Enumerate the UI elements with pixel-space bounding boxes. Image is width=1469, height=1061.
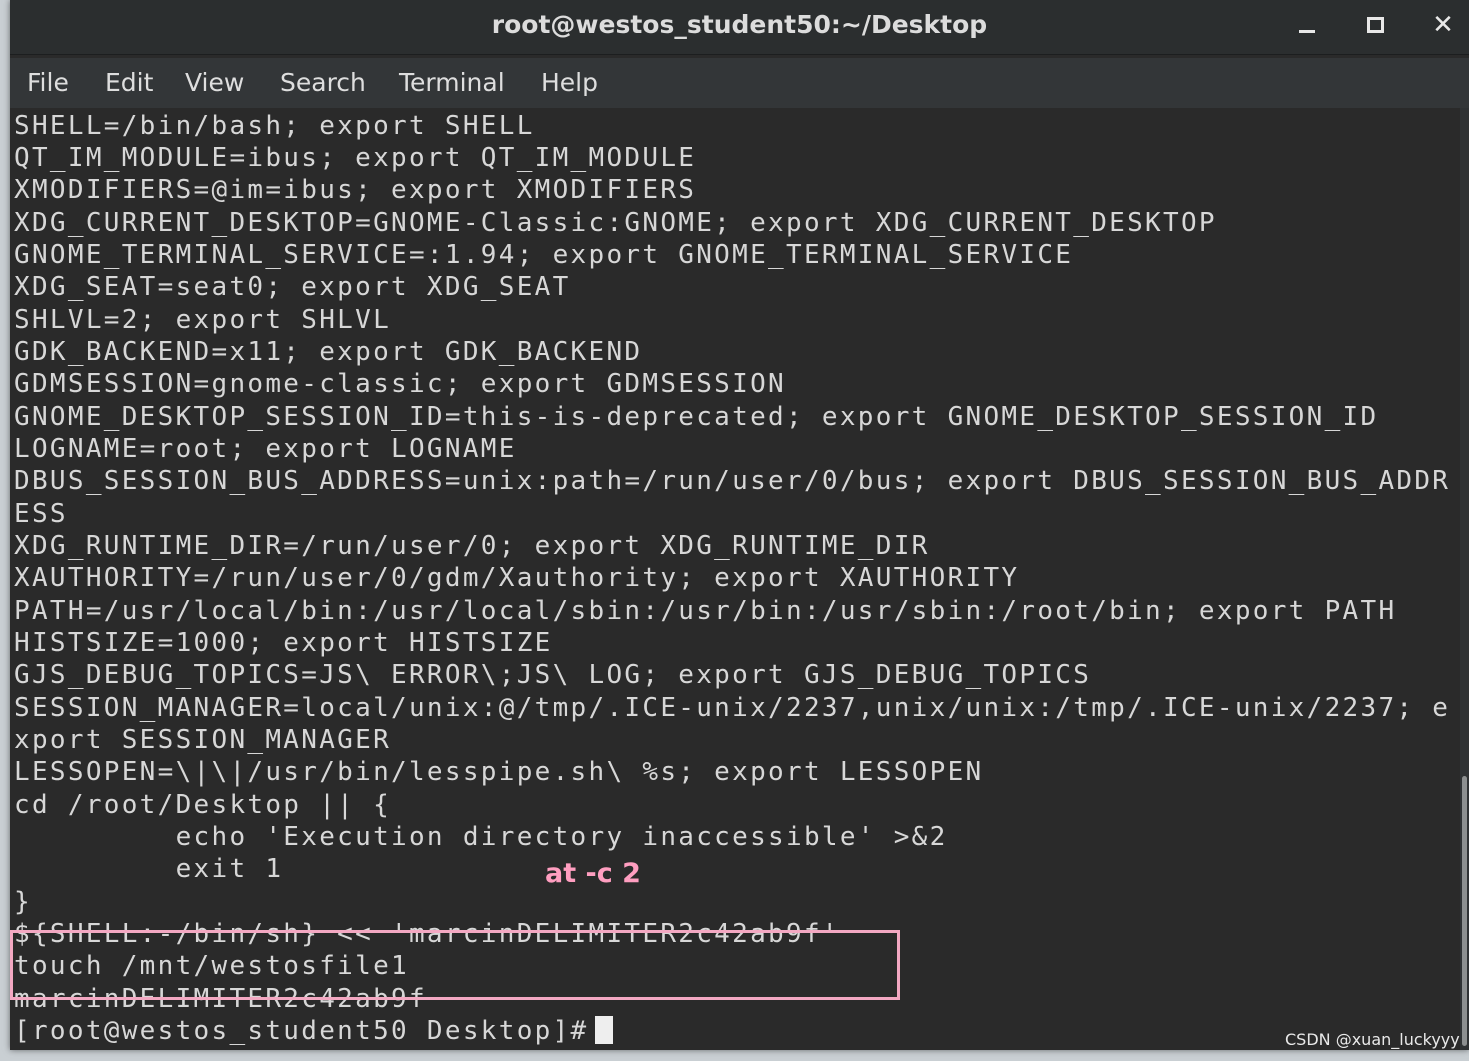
menu-search[interactable]: Search [280,58,366,108]
menu-edit[interactable]: Edit [105,58,153,108]
terminal-line: XAUTHORITY=/run/user/0/gdm/Xauthority; e… [14,563,1020,593]
scrollbar-thumb[interactable] [1462,776,1467,1046]
terminal-line: XMODIFIERS=@im=ibus; export XMODIFIERS [14,175,697,205]
terminal-line: XDG_CURRENT_DESKTOP=GNOME-Classic:GNOME;… [14,208,1217,238]
terminal-output[interactable]: SHELL=/bin/bash; export SHELL QT_IM_MODU… [10,108,1460,1050]
highlight-box [10,930,900,1000]
minimize-button[interactable] [1291,10,1323,42]
terminal-line: PATH=/usr/local/bin:/usr/local/sbin:/usr… [14,596,1397,626]
title-bar[interactable]: root@westos_student50:~/Desktop ✕ [10,0,1469,55]
terminal-line: GJS_DEBUG_TOPICS=JS\ ERROR\;JS\ LOG; exp… [14,660,1092,690]
menu-file[interactable]: File [27,58,69,108]
terminal-line: ESS [14,499,68,529]
terminal-line: XDG_RUNTIME_DIR=/run/user/0; export XDG_… [14,531,930,561]
terminal-line: } [14,887,32,917]
terminal-line: xport SESSION_MANAGER [14,725,392,755]
maximize-button[interactable] [1359,10,1391,42]
prompt-line[interactable]: [root@westos_student50 Desktop]# [14,1015,613,1047]
menu-bar: File Edit View Search Terminal Help [10,58,1469,108]
close-button[interactable]: ✕ [1427,10,1459,42]
terminal-line: GNOME_DESKTOP_SESSION_ID=this-is-depreca… [14,402,1379,432]
terminal-window: root@westos_student50:~/Desktop ✕ File E… [10,0,1469,1050]
menu-view[interactable]: View [185,58,244,108]
menu-terminal[interactable]: Terminal [399,58,505,108]
watermark: CSDN @xuan_luckyyy [1285,1030,1460,1049]
terminal-line: cd /root/Desktop || { [14,790,392,820]
terminal-line: GDMSESSION=gnome-classic; export GDMSESS… [14,369,786,399]
maximize-icon [1367,17,1384,33]
terminal-line: HISTSIZE=1000; export HISTSIZE [14,628,553,658]
scrollbar[interactable] [1460,108,1469,1050]
terminal-line: SHLVL=2; export SHLVL [14,305,392,335]
terminal-line: exit 1 [14,854,284,884]
terminal-line: SESSION_MANAGER=local/unix:@/tmp/.ICE-un… [14,693,1451,723]
minimize-icon [1299,30,1315,33]
terminal-line: SHELL=/bin/bash; export SHELL [14,111,535,141]
shell-prompt: [root@westos_student50 Desktop]# [14,1016,589,1046]
annotation-label: at -c 2 [545,858,641,889]
terminal-line: DBUS_SESSION_BUS_ADDRESS=unix:path=/run/… [14,466,1451,496]
terminal-line: LESSOPEN=\|\|/usr/bin/lesspipe.sh\ %s; e… [14,757,984,787]
terminal-line: LOGNAME=root; export LOGNAME [14,434,517,464]
window-title: root@westos_student50:~/Desktop [491,10,988,39]
terminal-line: QT_IM_MODULE=ibus; export QT_IM_MODULE [14,143,697,173]
close-icon: ✕ [1432,10,1454,40]
menu-help[interactable]: Help [541,58,598,108]
terminal-line: GNOME_TERMINAL_SERVICE=:1.94; export GNO… [14,240,1074,270]
terminal-line: GDK_BACKEND=x11; export GDK_BACKEND [14,337,643,367]
terminal-line: echo 'Execution directory inaccessible' … [14,822,948,852]
terminal-line: XDG_SEAT=seat0; export XDG_SEAT [14,272,571,302]
text-cursor [594,1016,613,1044]
